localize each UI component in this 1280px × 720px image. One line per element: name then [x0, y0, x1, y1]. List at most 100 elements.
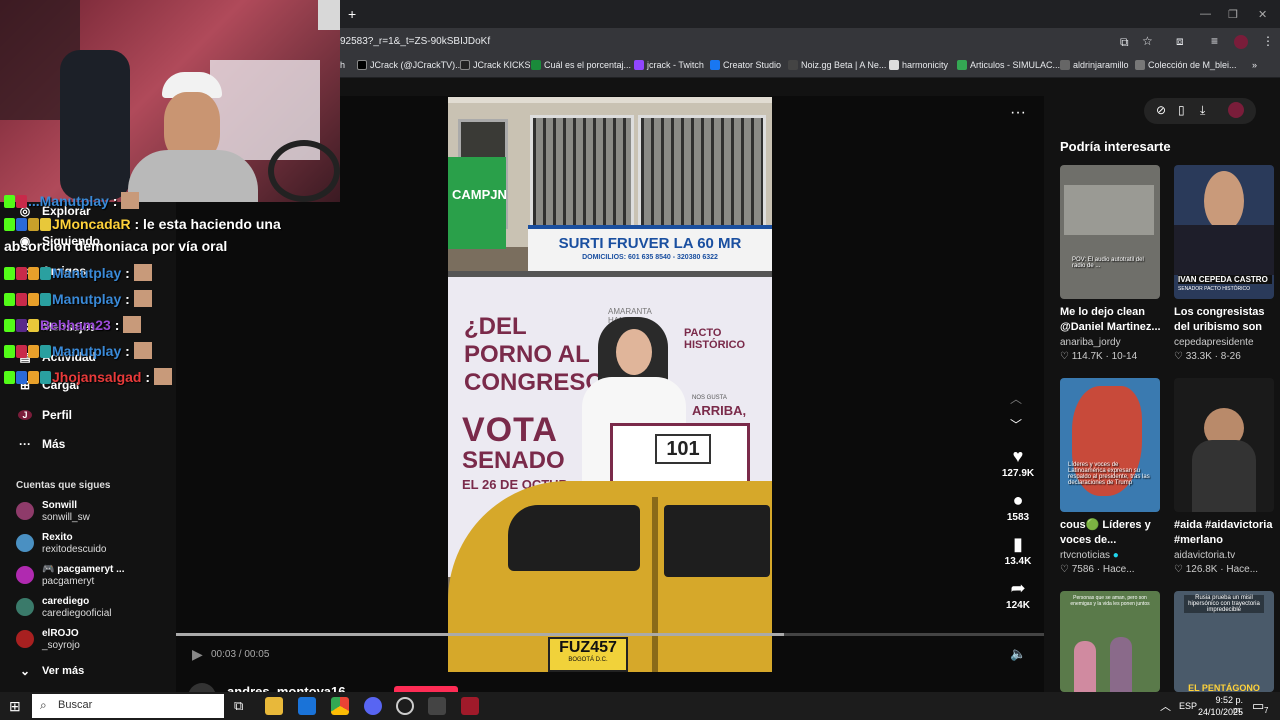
windows-start-icon[interactable]: ⊞ [9, 698, 21, 715]
bookmark-star-icon[interactable]: ☆ [1142, 34, 1153, 48]
volume-icon[interactable]: 🔈 [1010, 646, 1026, 662]
avatar [16, 534, 34, 552]
crown-icon [40, 218, 51, 231]
author-name[interactable]: andres_montoya16 [227, 684, 346, 692]
new-tab-button[interactable]: + [348, 6, 356, 22]
badge-icon [16, 345, 27, 358]
taskbar: ⊞ ⌕ Buscar ⧉ ︿ ESP 9:52 p. m. 24/10/2025… [0, 692, 1280, 720]
chat-message: absorcion demoniaca por vía oral [4, 238, 228, 254]
badge-icon [40, 293, 51, 306]
bookmarks-overflow-icon[interactable]: » [1252, 60, 1257, 70]
avatar [16, 502, 34, 520]
page-icon [531, 60, 541, 70]
chrome-icon[interactable] [331, 697, 349, 715]
bookmark-9[interactable]: Colección de M_blei... [1135, 60, 1237, 70]
bookmark-7[interactable]: Articulos - SIMULAC... [957, 60, 1060, 70]
following-account[interactable]: Rexito rexitodescuido [16, 532, 106, 556]
install-app-icon[interactable]: ⧉ [1120, 35, 1129, 50]
bookmark-0[interactable]: JCrack (@JCrackTV)... [357, 60, 463, 70]
language-indicator[interactable]: ESP [1179, 701, 1197, 711]
badge-icon [28, 267, 39, 280]
badge-icon [16, 371, 27, 384]
more-options-icon[interactable]: ··· [1010, 104, 1026, 122]
following-account[interactable]: elROJO _soyrojo [16, 628, 80, 652]
recommendation-card[interactable]: #aida #aidavictoria #merlano aidavictori… [1174, 378, 1278, 575]
following-account[interactable]: carediego carediegooficial [16, 596, 112, 620]
chat-message: Manutplay : [4, 290, 152, 307]
taskbar-search-field[interactable]: ⌕ Buscar [32, 694, 224, 718]
close-icon[interactable]: ✕ [1258, 8, 1267, 21]
chat-message: ...Manutplay : [4, 192, 140, 209]
chevron-down-icon: ⌄ [19, 664, 31, 678]
bookmark-8[interactable]: aldrinjaramillo [1060, 60, 1129, 70]
chat-message: Bebham23 : [4, 316, 142, 333]
recommendation-card[interactable]: IVAN CEPEDA CASTRO SENADOR PACTO HISTÓRI… [1174, 165, 1278, 362]
chevron-up-icon[interactable]: ︿ [1010, 390, 1022, 407]
download-icon[interactable]: ⤓ [1200, 103, 1205, 118]
recommendation-card[interactable]: Rusia prueba un misil hipersónico con tr… [1174, 591, 1278, 692]
save-button[interactable]: ▮ 13.4K [996, 534, 1040, 567]
task-view-icon[interactable]: ⧉ [234, 698, 243, 714]
bookmark-3[interactable]: jcrack - Twitch [634, 60, 704, 70]
badge-icon [4, 195, 15, 208]
minimize-icon[interactable]: — [1200, 8, 1211, 20]
bookmark-6[interactable]: harmonicity [889, 60, 948, 70]
maximize-icon[interactable]: ❐ [1228, 8, 1238, 21]
badge-icon [40, 371, 51, 384]
share-button[interactable]: ➦ 124K [996, 578, 1040, 611]
clock-date[interactable]: 24/10/2025 [1198, 707, 1243, 717]
app-icon[interactable] [428, 697, 446, 715]
app-icon[interactable] [461, 697, 479, 715]
bookmark-2[interactable]: Cuál es el porcentaj... [531, 60, 631, 70]
profile-avatar[interactable] [1234, 35, 1248, 49]
badge-icon [28, 345, 39, 358]
play-icon[interactable]: ▶ [192, 646, 203, 663]
shop-sign: SURTI FRUVER LA 60 MR DOMICILIOS: 601 63… [528, 225, 772, 271]
obs-icon[interactable] [396, 697, 414, 715]
like-button[interactable]: ♥ 127.9K [996, 446, 1040, 479]
notification-icon[interactable]: ▭ [1252, 698, 1264, 714]
recommendation-card[interactable]: Personas que se aman, pero son enemigas … [1060, 591, 1164, 692]
bookmark-4[interactable]: Creator Studio [710, 60, 781, 70]
see-more-button[interactable]: ⌄ Ver más [18, 664, 84, 678]
nav-profile[interactable]: J Perfil [18, 408, 72, 422]
url-field[interactable]: 92583?_r=1&_t=ZS-90kSBIJDoKf [340, 36, 490, 47]
chat-message: Manutplay : [4, 264, 152, 281]
recommendation-card[interactable]: POV: El audio autotratil del radio de ..… [1060, 165, 1164, 362]
following-account[interactable]: 🎮 pacgameryt ... pacgameryt [16, 564, 125, 588]
thumbnail: Rusia prueba un misil hipersónico con tr… [1174, 591, 1274, 692]
video-frame[interactable]: CAMPJN SURTI FRUVER LA 60 MR DOMICILIOS:… [448, 97, 772, 672]
extensions-icon[interactable]: ⧈ [1176, 34, 1184, 49]
badge-icon [4, 345, 15, 358]
recommendations-title: Podría interesarte [1060, 139, 1171, 154]
file-explorer-icon[interactable] [265, 697, 283, 715]
device-icon[interactable]: ▯ [1178, 103, 1185, 117]
progress-track[interactable] [176, 633, 1044, 636]
recommendation-card[interactable]: Líderes y voces de Latinoamérica expresa… [1060, 378, 1164, 575]
outlook-icon[interactable] [298, 697, 316, 715]
badge-icon [4, 293, 15, 306]
avatar [16, 598, 34, 616]
account-icon[interactable] [1228, 102, 1244, 118]
media-icon[interactable]: ≡ [1211, 34, 1218, 48]
heart-icon: ♡ [1174, 351, 1186, 362]
nav-more[interactable]: ··· Más [18, 437, 65, 451]
thumbnail [1174, 378, 1274, 512]
chevron-down-icon[interactable]: ﹀ [1010, 416, 1022, 433]
taxi-window [664, 505, 770, 577]
menu-icon[interactable]: ⋮ [1262, 34, 1274, 48]
bookmark-1[interactable]: JCrack KICKS [460, 60, 531, 70]
badge-icon [28, 371, 39, 384]
badge-icon [16, 267, 27, 280]
tray-expand-icon[interactable]: ︿ [1160, 698, 1171, 714]
harmonicity-icon [889, 60, 899, 70]
following-account[interactable]: Sonwill sonwill_sw [16, 500, 90, 524]
info-icon[interactable]: ⊘ [1156, 103, 1166, 117]
avatar [16, 630, 34, 648]
bookmark-5[interactable]: Noiz.gg Beta | A Ne... [788, 60, 886, 70]
party-logo: PACTO HISTÓRICO [684, 327, 746, 351]
comment-button[interactable]: ● 1583 [996, 490, 1040, 523]
drive-icon [957, 60, 967, 70]
badge-icon [16, 293, 27, 306]
discord-icon[interactable] [364, 697, 382, 715]
